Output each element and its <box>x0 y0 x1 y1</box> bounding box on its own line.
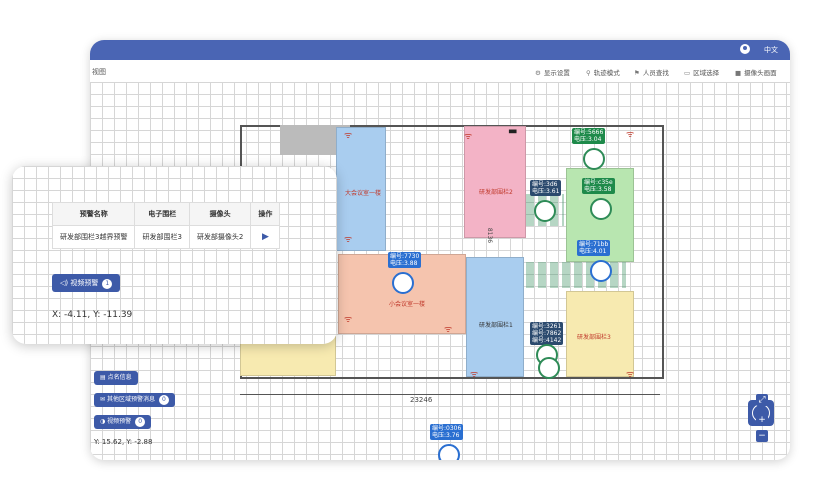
antenna-icon[interactable]: ᯤ <box>464 129 472 142</box>
dimension-side-label: 8136 <box>486 227 494 244</box>
camera-icon[interactable]: ▬ <box>508 126 517 137</box>
antenna-icon[interactable]: ᯤ <box>626 367 634 380</box>
antenna-icon[interactable]: ᯤ <box>344 232 352 245</box>
room-fence-1[interactable]: 研发部围栏1 <box>466 257 524 377</box>
tag-pin-icon[interactable] <box>392 272 414 294</box>
mail-icon: ✉ <box>100 396 107 403</box>
dimension-label: 23246 <box>410 396 433 404</box>
flag-icon: ⚑ <box>634 69 640 77</box>
tag-badge[interactable]: 编号:3261 编号:7862 编号:4142 <box>530 322 564 345</box>
tag-badge[interactable]: 编号:71bb 电压:4.01 <box>577 240 611 256</box>
antenna-icon[interactable]: ᯤ <box>626 127 634 140</box>
speaker-icon: ◁) <box>60 279 71 287</box>
tag-badge[interactable]: 编号:5666 电压:3.04 <box>572 128 606 144</box>
warning-name-cell: 研发部围栏3越界预警 <box>51 225 136 249</box>
warning-table: 预警名称 电子围栏 摄像头 操作 研发部围栏3越界预警 研发部围栏3 研发部摄像… <box>51 202 281 249</box>
warning-popup: 预警名称 电子围栏 摄像头 操作 研发部围栏3越界预警 研发部围栏3 研发部摄像… <box>12 166 337 344</box>
tag-pin-icon[interactable] <box>590 198 612 220</box>
tag-pin-icon[interactable] <box>590 260 612 282</box>
tag-badge[interactable]: 编号:3d6 电压:3.61 <box>530 180 562 196</box>
tag-badge[interactable]: 编号:c35e 电压:3.58 <box>582 178 615 194</box>
other-area-warning-button[interactable]: ✉ 其他区域预警消息 0 <box>94 393 175 407</box>
column-header: 预警名称 <box>51 202 136 226</box>
select-icon: ▭ <box>684 69 691 77</box>
antenna-icon[interactable]: ᯤ <box>344 128 352 141</box>
pin-icon: ⚲ <box>586 69 591 77</box>
camera-action-icon[interactable]: ▶ <box>262 232 269 242</box>
zoom-in-button[interactable]: + <box>756 414 768 426</box>
room-fence-2[interactable]: 研发部围栏2 <box>464 126 526 238</box>
language-switch[interactable]: 中文 <box>764 45 778 55</box>
tag-pin-icon[interactable] <box>583 148 605 170</box>
tag-pin-icon[interactable] <box>534 200 556 222</box>
column-header: 电子围栏 <box>134 202 190 226</box>
video-warning-popup-button[interactable]: ◁) 视频预警 1 <box>52 274 121 292</box>
antenna-icon[interactable]: ᯤ <box>470 367 478 380</box>
column-header: 摄像头 <box>188 202 252 226</box>
column-header: 操作 <box>250 202 281 226</box>
camera-icon: ■ <box>735 69 742 77</box>
room-fence-3[interactable]: 研发部围栏3 <box>566 291 634 377</box>
track-mode-button[interactable]: ⚲ 轨迹模式 <box>586 67 620 77</box>
dimension-line <box>240 394 660 395</box>
camera-view-button[interactable]: ■ 摄像头画面 <box>735 67 777 77</box>
popup-coordinates: X: -4.11, Y: -11.39 <box>52 310 133 320</box>
area-select-button[interactable]: ▭ 区域选择 <box>684 67 719 77</box>
table-row: 研发部围栏3越界预警 研发部围栏3 研发部摄像头2 ▶ <box>51 225 281 249</box>
cursor-coordinates: Y: 15.62, Y: -2.88 <box>94 438 153 446</box>
display-settings-button[interactable]: ⚙ 显示设置 <box>535 67 570 77</box>
toolbar: 视图 ⚙ 显示设置 ⚲ 轨迹模式 ⚑ 人员查找 ▭ 区域选择 ■ 摄像头画面 <box>90 60 790 83</box>
video-warning-button[interactable]: ◑ 视频预警 0 <box>94 415 152 429</box>
fence-cell: 研发部围栏3 <box>134 225 190 249</box>
gear-icon: ⚙ <box>535 69 541 77</box>
zoom-out-button[interactable]: − <box>756 430 768 442</box>
view-title: 视图 <box>92 68 106 76</box>
fullscreen-icon[interactable]: ⤢ <box>756 394 768 406</box>
tag-pin-icon[interactable] <box>538 357 560 379</box>
person-search-button[interactable]: ⚑ 人员查找 <box>634 67 669 77</box>
camera-cell: 研发部摄像头2 <box>188 225 252 249</box>
action-cell: ▶ <box>250 225 281 249</box>
tag-badge[interactable]: 编号:7730 电压:3.88 <box>388 252 422 268</box>
tag-pin-icon[interactable] <box>438 444 460 460</box>
antenna-icon[interactable]: ᯤ <box>444 322 452 335</box>
top-bar: 中文 <box>90 40 790 60</box>
antenna-icon[interactable]: ᯤ <box>344 312 352 325</box>
tag-badge[interactable]: 编号:0306 电压:3.76 <box>430 424 464 440</box>
roll-call-button[interactable]: ▤ 点名信息 <box>94 371 138 385</box>
list-icon: ▤ <box>100 374 108 381</box>
user-icon[interactable] <box>740 44 750 54</box>
